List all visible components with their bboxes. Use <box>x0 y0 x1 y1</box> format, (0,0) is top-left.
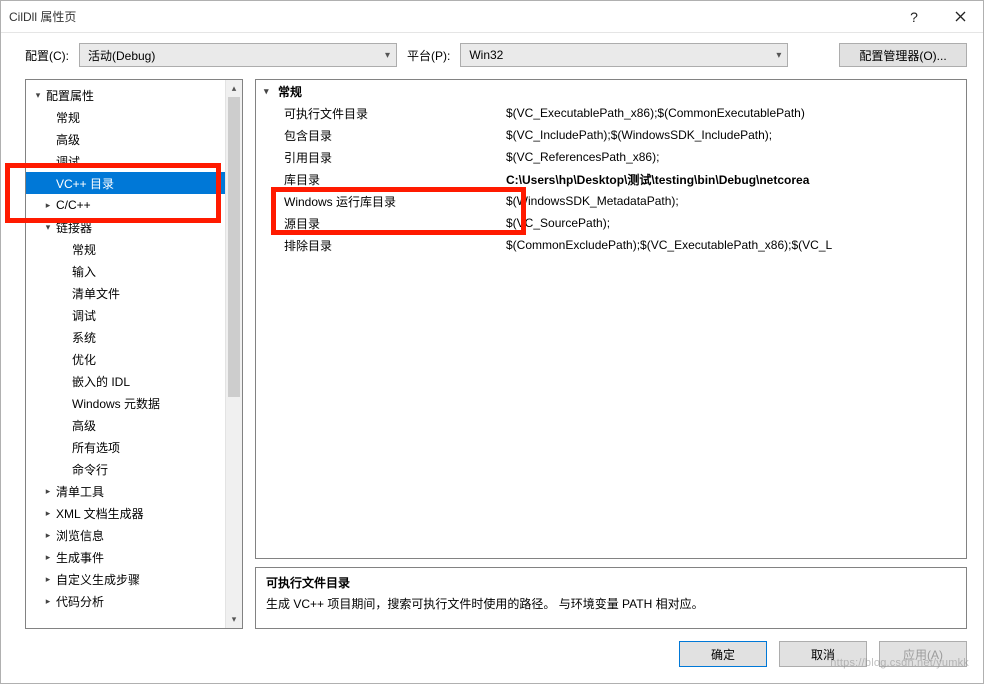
scroll-down-icon[interactable]: ▾ <box>226 611 242 628</box>
configuration-manager-button[interactable]: 配置管理器(O)... <box>839 43 967 67</box>
expander-icon: ▾ <box>32 90 44 101</box>
tree-item-buildevents[interactable]: ▸生成事件 <box>26 546 225 568</box>
tree-item-linker-optimize[interactable]: 优化 <box>26 348 225 370</box>
tree-item-debugging[interactable]: 调试 <box>26 150 225 172</box>
expander-icon: ▸ <box>42 508 54 519</box>
tree-item-linker-debug[interactable]: 调试 <box>26 304 225 326</box>
description-text: 生成 VC++ 项目期间，搜索可执行文件时使用的路径。 与环境变量 PATH 相… <box>266 595 956 612</box>
prop-winrt-dirs[interactable]: Windows 运行库目录$(WindowsSDK_MetadataPath); <box>256 190 966 212</box>
chevron-down-icon: ▾ <box>385 50 390 61</box>
close-icon <box>955 11 966 22</box>
configuration-value: 活动(Debug) <box>88 47 155 64</box>
expander-icon: ▾ <box>264 86 278 97</box>
properties-panel: ▾ 常规 可执行文件目录$(VC_ExecutablePath_x86);$(C… <box>255 79 967 629</box>
tree-item-linker-alloptions[interactable]: 所有选项 <box>26 436 225 458</box>
expander-icon: ▸ <box>42 552 54 563</box>
prop-source-dirs[interactable]: 源目录$(VC_SourcePath); <box>256 212 966 234</box>
window-title: CilDll 属性页 <box>9 8 891 25</box>
dialog-buttons: 确定 取消 应用(A) <box>1 635 983 683</box>
tree-item-linker-general[interactable]: 常规 <box>26 238 225 260</box>
expander-icon: ▸ <box>42 574 54 585</box>
platform-combobox[interactable]: Win32 ▾ <box>460 43 788 67</box>
properties-grid: ▾ 常规 可执行文件目录$(VC_ExecutablePath_x86);$(C… <box>255 79 967 559</box>
ok-button[interactable]: 确定 <box>679 641 767 667</box>
tree-item-codeanalysis[interactable]: ▸代码分析 <box>26 590 225 612</box>
tree-item-linker-cmdline[interactable]: 命令行 <box>26 458 225 480</box>
tree-item-browseinfo[interactable]: ▸浏览信息 <box>26 524 225 546</box>
configuration-label: 配置(C): <box>25 47 69 64</box>
tree-item-linker-embed-idl[interactable]: 嵌入的 IDL <box>26 370 225 392</box>
tree-scrollbar[interactable]: ▴ ▾ <box>225 80 242 628</box>
tree-item-vcpp-dirs[interactable]: VC++ 目录 <box>26 172 225 194</box>
categories-tree[interactable]: ▾配置属性 常规 高级 调试 VC++ 目录 ▸C/C++ ▾链接器 常规 输入… <box>26 80 225 628</box>
config-platform-row: 配置(C): 活动(Debug) ▾ 平台(P): Win32 ▾ 配置管理器(… <box>1 33 983 73</box>
tree-item-linker-advanced[interactable]: 高级 <box>26 414 225 436</box>
prop-library-dirs[interactable]: 库目录C:\Users\hp\Desktop\测试\testing\bin\De… <box>256 168 966 190</box>
tree-item-general[interactable]: 常规 <box>26 106 225 128</box>
tree-item-config-props[interactable]: ▾配置属性 <box>26 84 225 106</box>
description-panel: 可执行文件目录 生成 VC++ 项目期间，搜索可执行文件时使用的路径。 与环境变… <box>255 567 967 629</box>
dialog-body: ▾配置属性 常规 高级 调试 VC++ 目录 ▸C/C++ ▾链接器 常规 输入… <box>1 73 983 635</box>
tree-item-linker-input[interactable]: 输入 <box>26 260 225 282</box>
tree-item-advanced[interactable]: 高级 <box>26 128 225 150</box>
prop-exclude-dirs[interactable]: 排除目录$(CommonExcludePath);$(VC_Executable… <box>256 234 966 256</box>
tree-item-xmldocgen[interactable]: ▸XML 文档生成器 <box>26 502 225 524</box>
tree-item-linker-manifest[interactable]: 清单文件 <box>26 282 225 304</box>
tree-item-linker-system[interactable]: 系统 <box>26 326 225 348</box>
expander-icon: ▸ <box>42 486 54 497</box>
grid-section-header[interactable]: ▾ 常规 <box>256 80 966 102</box>
expander-icon: ▸ <box>42 200 54 211</box>
tree-item-manifest-tool[interactable]: ▸清单工具 <box>26 480 225 502</box>
expander-icon: ▸ <box>42 596 54 607</box>
expander-icon: ▾ <box>42 222 54 233</box>
expander-icon: ▸ <box>42 530 54 541</box>
categories-tree-panel: ▾配置属性 常规 高级 调试 VC++ 目录 ▸C/C++ ▾链接器 常规 输入… <box>25 79 243 629</box>
prop-include-dirs[interactable]: 包含目录$(VC_IncludePath);$(WindowsSDK_Inclu… <box>256 124 966 146</box>
prop-reference-dirs[interactable]: 引用目录$(VC_ReferencesPath_x86); <box>256 146 966 168</box>
property-pages-dialog: CilDll 属性页 ? 配置(C): 活动(Debug) ▾ 平台(P): W… <box>0 0 984 684</box>
tree-item-ccpp[interactable]: ▸C/C++ <box>26 194 225 216</box>
platform-value: Win32 <box>469 48 503 62</box>
tree-item-linker-winmd[interactable]: Windows 元数据 <box>26 392 225 414</box>
description-title: 可执行文件目录 <box>266 574 956 591</box>
scroll-up-icon[interactable]: ▴ <box>226 80 242 97</box>
prop-exec-dirs[interactable]: 可执行文件目录$(VC_ExecutablePath_x86);$(Common… <box>256 102 966 124</box>
help-button[interactable]: ? <box>891 1 937 33</box>
titlebar: CilDll 属性页 ? <box>1 1 983 33</box>
close-button[interactable] <box>937 1 983 33</box>
tree-item-linker[interactable]: ▾链接器 <box>26 216 225 238</box>
tree-item-custombuild[interactable]: ▸自定义生成步骤 <box>26 568 225 590</box>
apply-button[interactable]: 应用(A) <box>879 641 967 667</box>
scroll-thumb[interactable] <box>228 97 240 397</box>
platform-label: 平台(P): <box>407 47 450 64</box>
cancel-button[interactable]: 取消 <box>779 641 867 667</box>
configuration-combobox[interactable]: 活动(Debug) ▾ <box>79 43 397 67</box>
scroll-track[interactable] <box>226 97 242 611</box>
chevron-down-icon: ▾ <box>776 50 781 61</box>
